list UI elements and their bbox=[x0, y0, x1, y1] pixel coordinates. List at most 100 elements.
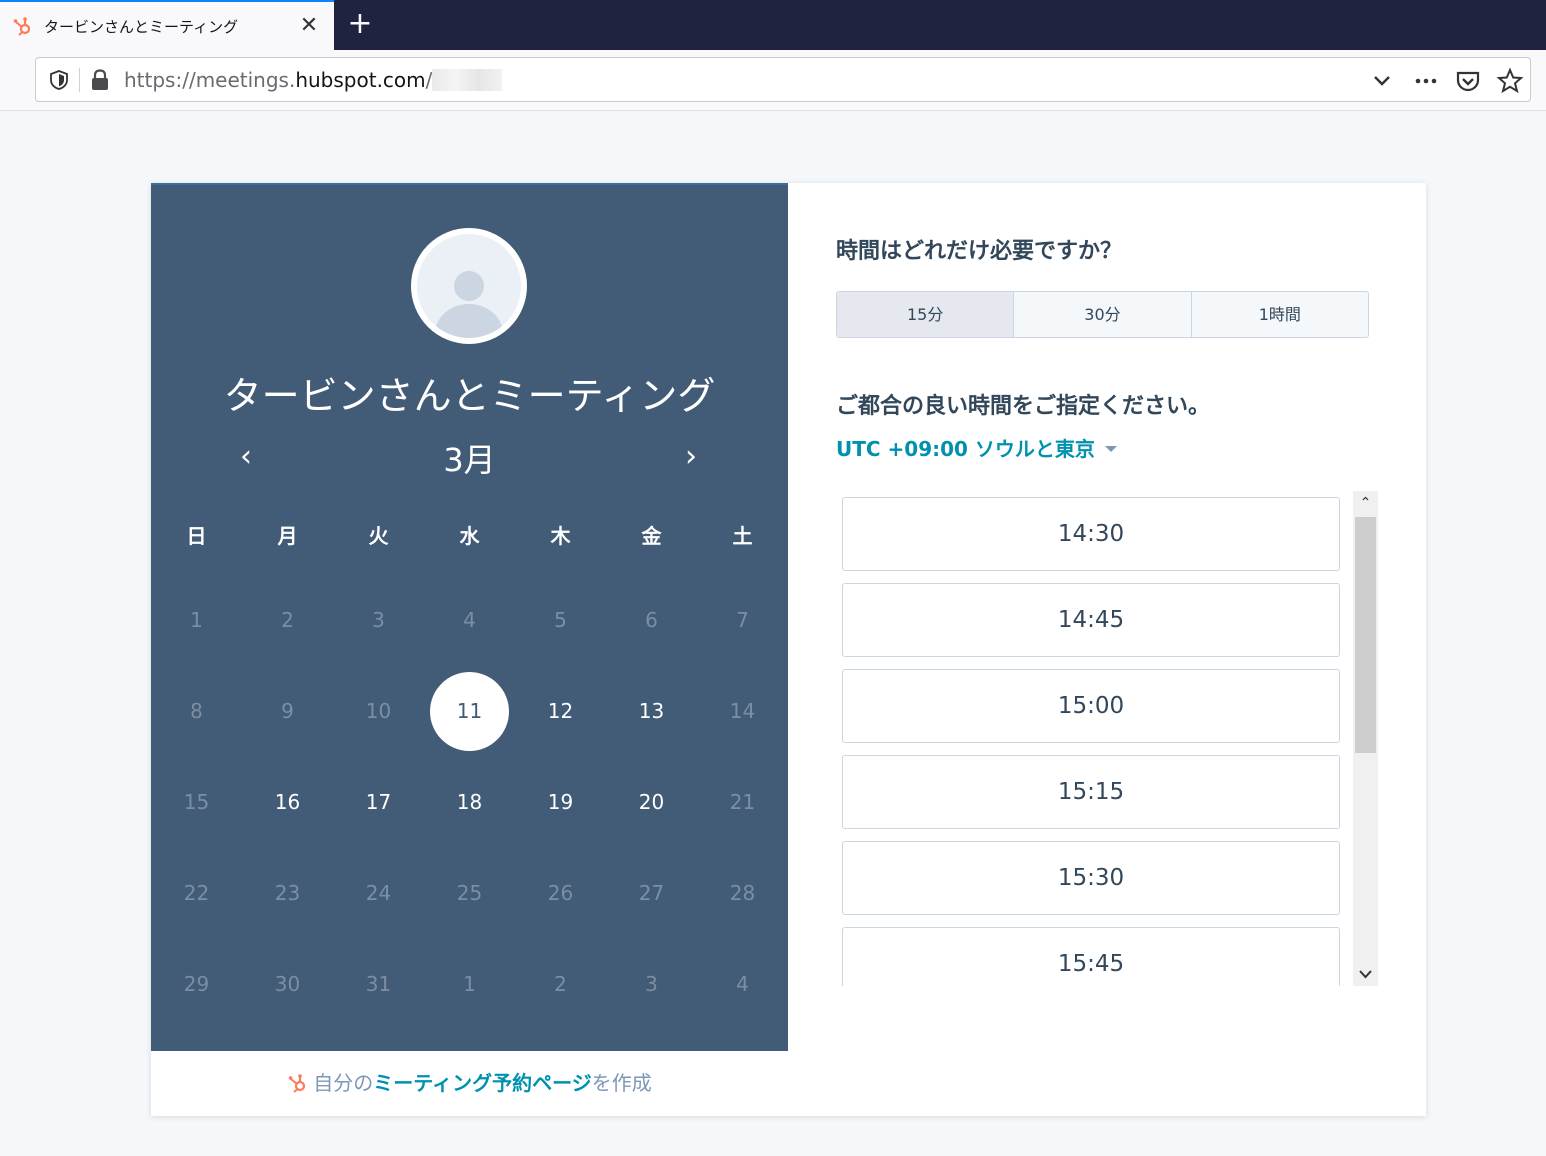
url-separator bbox=[79, 68, 80, 92]
tab-title: タービンさんとミーティング bbox=[44, 18, 239, 36]
weekday-label: 木 bbox=[550, 524, 571, 548]
avatar bbox=[411, 228, 527, 344]
calendar-day: 4 bbox=[424, 580, 515, 660]
day-number: 23 bbox=[274, 881, 301, 905]
close-tab-icon[interactable]: ✕ bbox=[296, 13, 322, 39]
scroll-down-icon[interactable] bbox=[1353, 962, 1378, 986]
url-host: hubspot.com bbox=[295, 68, 426, 92]
calendar-day: 1 bbox=[424, 944, 515, 1024]
calendar-day: 29 bbox=[151, 944, 242, 1024]
day-number: 22 bbox=[183, 881, 210, 905]
caret-down-icon bbox=[1104, 446, 1117, 452]
day-number: 20 bbox=[638, 790, 665, 814]
day-number: 2 bbox=[281, 608, 294, 632]
calendar-day[interactable]: 12 bbox=[515, 671, 606, 751]
lock-icon[interactable] bbox=[90, 69, 110, 91]
previous-month-button[interactable]: ‹ bbox=[231, 439, 261, 474]
weekday-label: 土 bbox=[732, 524, 753, 548]
day-number: 24 bbox=[365, 881, 392, 905]
duration-option-15[interactable]: 15分 bbox=[837, 292, 1015, 337]
calendar-day: 5 bbox=[515, 580, 606, 660]
calendar-day: 27 bbox=[606, 853, 697, 933]
calendar-day: 4 bbox=[697, 944, 788, 1024]
create-meeting-page-footer: 自分のミーティング予約ページを作成 bbox=[151, 1051, 788, 1116]
calendar-day[interactable]: 18 bbox=[424, 762, 515, 842]
calendar-day[interactable]: 16 bbox=[242, 762, 333, 842]
calendar-panel: タービンさんとミーティング 3月 ‹ › 日 月 火 水 木 金 土 12345… bbox=[151, 183, 788, 1051]
time-slot-button[interactable]: 15:15 bbox=[842, 755, 1340, 829]
calendar-day: 26 bbox=[515, 853, 606, 933]
time-slot-button[interactable]: 15:30 bbox=[842, 841, 1340, 915]
next-month-button[interactable]: › bbox=[676, 439, 706, 474]
day-number: 17 bbox=[365, 790, 392, 814]
scroll-up-icon[interactable]: ⌃ bbox=[1353, 491, 1378, 515]
day-number: 27 bbox=[638, 881, 665, 905]
day-number: 9 bbox=[281, 699, 294, 723]
day-number: 3 bbox=[372, 608, 385, 632]
calendar-day: 31 bbox=[333, 944, 424, 1024]
weekday-label: 火 bbox=[368, 524, 389, 548]
calendar-day: 30 bbox=[242, 944, 333, 1024]
weekday-label: 月 bbox=[277, 524, 298, 548]
calendar-day[interactable]: 17 bbox=[333, 762, 424, 842]
new-tab-button[interactable]: + bbox=[344, 9, 376, 41]
time-slot-button[interactable]: 15:00 bbox=[842, 669, 1340, 743]
calendar-day: 8 bbox=[151, 671, 242, 751]
time-slot-button[interactable]: 14:45 bbox=[842, 583, 1340, 657]
day-number: 7 bbox=[736, 608, 749, 632]
hubspot-logo-icon bbox=[288, 1074, 306, 1093]
day-number: 2 bbox=[554, 972, 567, 996]
browser-tab[interactable]: タービンさんとミーティング ✕ bbox=[0, 0, 334, 50]
duration-question: 時間はどれだけ必要ですか？ bbox=[836, 239, 1123, 264]
footer-suffix: を作成 bbox=[591, 1071, 652, 1095]
meeting-card: タービンさんとミーティング 3月 ‹ › 日 月 火 水 木 金 土 12345… bbox=[151, 183, 1426, 1116]
calendar-day: 21 bbox=[697, 762, 788, 842]
duration-option-60[interactable]: 1時間 bbox=[1192, 292, 1368, 337]
url-suffix: / bbox=[425, 68, 433, 92]
time-slot-button[interactable]: 14:30 bbox=[842, 497, 1340, 571]
day-number: 5 bbox=[554, 608, 567, 632]
day-number: 16 bbox=[274, 790, 301, 814]
calendar-day: 10 bbox=[333, 671, 424, 751]
day-number: 25 bbox=[456, 881, 483, 905]
calendar-day: 28 bbox=[697, 853, 788, 933]
browser-tab-bar: タービンさんとミーティング ✕ + bbox=[0, 0, 1546, 50]
shield-icon[interactable] bbox=[48, 69, 70, 91]
more-options-icon[interactable] bbox=[1412, 67, 1440, 95]
url-text[interactable]: https://meetings.hubspot.com/ bbox=[124, 68, 503, 92]
meeting-page-link[interactable]: ミーティング予約ページ bbox=[373, 1071, 591, 1095]
time-slot-scrollbar[interactable]: ⌃ bbox=[1353, 491, 1378, 986]
chevron-down-icon[interactable] bbox=[1368, 67, 1396, 95]
url-bar[interactable]: https://meetings.hubspot.com/ bbox=[35, 57, 1531, 102]
time-slot-list: 14:30 14:45 15:00 15:15 15:30 15:45 bbox=[842, 497, 1340, 986]
calendar-day: 25 bbox=[424, 853, 515, 933]
pocket-icon[interactable] bbox=[1454, 67, 1482, 95]
hubspot-logo-icon bbox=[13, 17, 31, 36]
calendar-day: 3 bbox=[333, 580, 424, 660]
calendar-day[interactable]: 19 bbox=[515, 762, 606, 842]
day-number: 10 bbox=[365, 699, 392, 723]
bookmark-star-icon[interactable] bbox=[1496, 67, 1524, 95]
scheduler-panel: 時間はどれだけ必要ですか？ 15分 30分 1時間 ご都合の良い時間をご指定くだ… bbox=[788, 183, 1426, 1116]
scrollbar-thumb[interactable] bbox=[1355, 517, 1376, 753]
calendar-day: 14 bbox=[697, 671, 788, 751]
timezone-dropdown[interactable]: UTC +09:00 ソウルと東京 bbox=[836, 433, 1117, 462]
calendar-day: 15 bbox=[151, 762, 242, 842]
day-number: 4 bbox=[736, 972, 749, 996]
calendar-day: 6 bbox=[606, 580, 697, 660]
meeting-title: タービンさんとミーティング bbox=[223, 374, 716, 418]
time-slot-button[interactable]: 15:45 bbox=[842, 927, 1340, 986]
day-number: 18 bbox=[456, 790, 483, 814]
day-number: 31 bbox=[365, 972, 392, 996]
redacted-url-path bbox=[432, 69, 503, 91]
timezone-label: UTC +09:00 ソウルと東京 bbox=[836, 437, 1095, 461]
calendar-day: 7 bbox=[697, 580, 788, 660]
duration-option-30[interactable]: 30分 bbox=[1014, 292, 1192, 337]
selected-day[interactable]: 11 bbox=[424, 671, 515, 751]
calendar-day[interactable]: 20 bbox=[606, 762, 697, 842]
footer-prefix: 自分の bbox=[313, 1071, 374, 1095]
calendar-day: 2 bbox=[242, 580, 333, 660]
calendar-day[interactable]: 13 bbox=[606, 671, 697, 751]
day-number: 13 bbox=[638, 699, 665, 723]
day-number: 3 bbox=[645, 972, 658, 996]
